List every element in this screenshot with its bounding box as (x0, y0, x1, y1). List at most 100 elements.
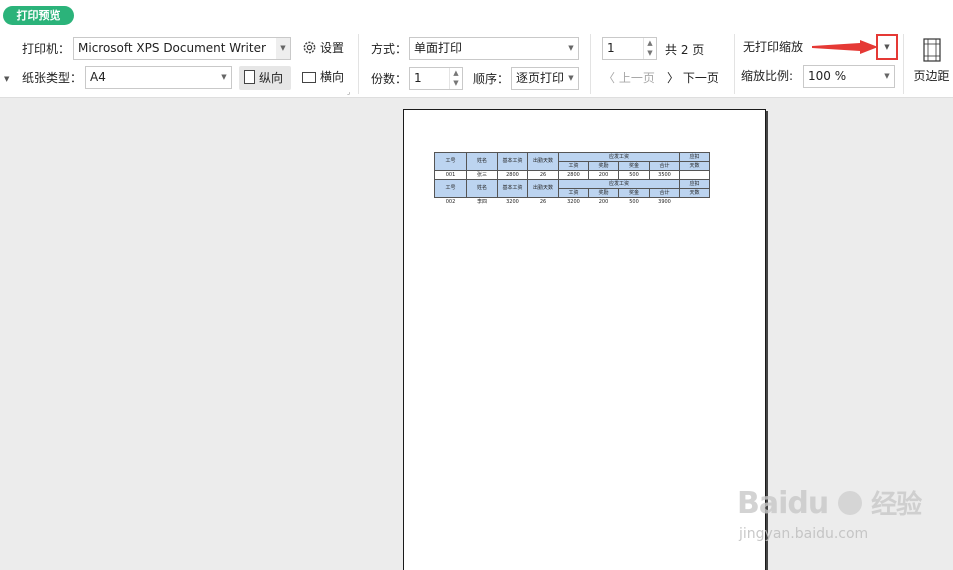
prev-page-label: 上一页 (618, 71, 655, 85)
header-cell: 姓名 (466, 152, 498, 171)
subheader-cell: 合计 (648, 188, 681, 198)
order-value: 逐页打印 (516, 71, 565, 85)
page-number-value: 1 (607, 41, 615, 55)
landscape-button[interactable]: 横向 (302, 67, 344, 87)
divider (358, 34, 359, 94)
table-cell: 200 (598, 198, 609, 205)
chevron-down-icon: ▼ (884, 43, 890, 51)
annotation-arrow-icon (812, 40, 878, 54)
table-cell: 3900 (658, 198, 671, 205)
settings-button[interactable]: 设置 (302, 38, 344, 58)
subheader-cell: 工资 (558, 161, 589, 171)
table-cell: 500 (629, 198, 639, 205)
header-cell: 应扣 (679, 179, 711, 189)
baidu-jingyan-watermark: Baidu 经验 jingyan.baidu.com (731, 484, 922, 554)
printer-select[interactable]: Microsoft XPS Document Writer ▼ (73, 37, 291, 60)
subheader-cell: 奖励 (588, 161, 619, 171)
subheader-cell: 天数 (679, 161, 711, 171)
margins-button[interactable]: 页边距 (910, 38, 953, 84)
next-page-button[interactable]: 〉 下一页 (667, 68, 719, 88)
spin-arrows-icon[interactable]: ▲ ▼ (643, 38, 656, 59)
table-cell: 500 (618, 170, 650, 180)
zoom-select[interactable]: 100 % ▼ (803, 65, 895, 88)
mode-label: 方式： (371, 42, 408, 56)
chevron-down-icon[interactable]: ▼ (880, 66, 894, 87)
gear-icon (303, 41, 316, 54)
table-cell: 26 (527, 170, 559, 180)
portrait-page-icon (244, 70, 255, 84)
landscape-page-icon (302, 72, 316, 83)
table-cell (680, 198, 710, 207)
chevron-down-icon[interactable]: ▼ (564, 68, 578, 89)
portrait-label: 纵向 (259, 71, 284, 85)
paper-type-select[interactable]: A4 ▼ (85, 66, 232, 89)
preview-page: 工号 姓名 基本工资 出勤天数 应发工资 应扣 工资 奖励 奖金 合计 天数 0… (403, 109, 766, 570)
print-preview-title: 打印预览 (3, 6, 74, 25)
group-corner-icon: ⌟ (347, 88, 351, 96)
preview-table-1: 工号 姓名 基本工资 出勤天数 应发工资 应扣 工资 奖励 奖金 合计 天数 0… (434, 152, 711, 207)
mode-select[interactable]: 单面打印 ▼ (409, 37, 579, 60)
paper-type-value: A4 (90, 70, 106, 84)
chevron-down-icon[interactable]: ▼ (276, 38, 290, 59)
table-cell: 200 (588, 170, 619, 180)
scale-mode-value: 无打印缩放 (743, 40, 804, 54)
header-cell: 出勤天数 (527, 152, 559, 171)
expand-arrow-icon[interactable]: ▼ (4, 71, 9, 87)
printer-value: Microsoft XPS Document Writer (78, 41, 266, 55)
copies-label: 份数： (371, 72, 408, 86)
scale-dropdown-button[interactable]: ▼ (876, 34, 898, 60)
settings-label: 设置 (320, 41, 345, 55)
print-preview-toolbar: 打印预览 打印机： Microsoft XPS Document Writer … (0, 0, 953, 98)
divider (903, 34, 904, 94)
copies-stepper[interactable]: 1 ▲ ▼ (409, 67, 463, 90)
table-cell: 3500 (648, 170, 681, 180)
table-cell: 26 (539, 198, 547, 205)
order-select[interactable]: 逐页打印 ▼ (511, 67, 579, 90)
portrait-button[interactable]: 纵向 (239, 66, 291, 90)
total-pages: 共 2 页 (665, 43, 705, 57)
subheader-cell: 奖金 (618, 188, 650, 198)
watermark-brand: Baidu (737, 486, 829, 521)
subheader-cell: 工资 (558, 188, 589, 198)
paper-type-label: 纸张类型： (22, 71, 83, 85)
printer-label: 打印机： (22, 42, 71, 56)
landscape-label: 横向 (320, 70, 345, 84)
table-cell: 3200 (506, 198, 519, 205)
prev-page-button[interactable]: 〈 上一页 (603, 68, 655, 88)
header-cell: 应扣 (679, 152, 711, 162)
table-cell: 张三 (466, 170, 498, 180)
chevron-down-icon[interactable]: ▼ (217, 67, 231, 88)
subheader-cell: 合计 (648, 161, 681, 171)
header-cell: 出勤天数 (527, 179, 559, 198)
table-row: 002 李四 3200 26 3200 200 500 3900 (435, 198, 710, 207)
subheader-cell: 奖金 (618, 161, 650, 171)
watermark-brand-cn: 经验 (871, 490, 922, 520)
zoom-value: 100 % (808, 69, 847, 83)
mode-value: 单面打印 (414, 41, 463, 55)
table-cell: 001 (434, 170, 467, 180)
table-cell: 002 (445, 198, 456, 205)
copies-value: 1 (414, 71, 422, 85)
next-page-label: 下一页 (682, 71, 719, 85)
table-row: 001 张三 2800 26 2800 200 500 3500 (434, 170, 711, 180)
table-cell: 李四 (476, 198, 487, 205)
divider (734, 34, 735, 94)
page-margins-icon (922, 38, 941, 62)
header-cell: 应发工资 (557, 179, 681, 189)
header-cell: 工号 (434, 152, 467, 171)
chevron-down-icon[interactable]: ▼ (564, 38, 578, 59)
table-cell (679, 170, 711, 180)
watermark-url: jingyan.baidu.com (739, 526, 869, 542)
chevron-right-icon: 〉 (667, 71, 683, 85)
header-cell: 姓名 (466, 179, 498, 198)
header-cell: 工号 (434, 179, 467, 198)
margins-label: 页边距 (913, 69, 950, 83)
header-cell: 应发工资 (557, 152, 681, 162)
header-cell: 基本工资 (497, 152, 528, 171)
page-number-stepper[interactable]: 1 ▲ ▼ (602, 37, 657, 60)
table-cell: 2800 (558, 170, 589, 180)
paw-icon (837, 491, 862, 515)
spin-arrows-icon[interactable]: ▲ ▼ (449, 68, 462, 89)
table-cell: 3200 (567, 198, 580, 205)
divider (590, 34, 591, 94)
